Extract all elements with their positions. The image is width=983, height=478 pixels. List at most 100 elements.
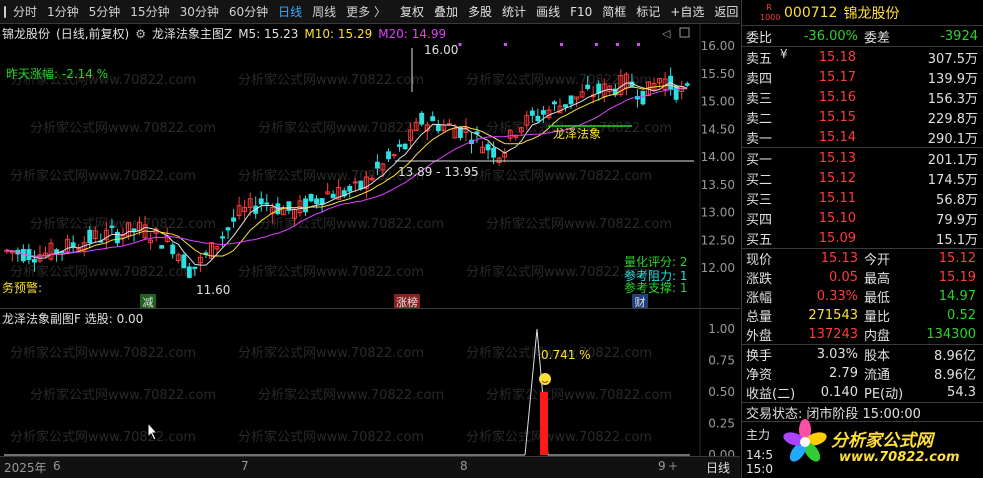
tab-weekly[interactable]: 周线 (307, 0, 341, 24)
bid-price: 15.12 (818, 170, 856, 186)
wealth-tag: 财 (635, 295, 646, 308)
ask-level[interactable]: 卖四 15.17 139.9万 (742, 67, 983, 87)
stat-row: 涨跌 0.05 最高 15.19 (742, 268, 983, 287)
axis-period[interactable]: 日线 (706, 459, 730, 476)
tab-5min[interactable]: 5分钟 (84, 0, 126, 24)
bid-level[interactable]: 买五 15.09 15.1万 (742, 228, 983, 248)
adjust-button[interactable]: 复权 (395, 0, 429, 24)
bid-volume: 174.5万 (927, 172, 978, 188)
main-kline-chart[interactable]: 分析家公式网www.70822.com 分析家公式网www.70822.com 分析… (0, 24, 740, 328)
ask-level[interactable]: 卖二 15.15 229.8万 (742, 107, 983, 127)
watermark-text: 分析家公式网www.70822.com (10, 264, 196, 280)
candle (242, 199, 248, 221)
share-value-2: 8.96亿 (934, 349, 976, 364)
main-force-label: 主力 (746, 428, 771, 442)
signal-dot (458, 43, 462, 46)
candle (535, 108, 541, 124)
stock-title: R 1000 000712 锦龙股份 (742, 0, 983, 26)
stat-label-2: 内盘 (864, 329, 891, 344)
price-stats: 现价 15.13 今开 15.12 涨跌 0.05 最高 15.19 涨幅 0.33% 最低 14.9… (742, 248, 983, 344)
candle (635, 89, 640, 108)
warning-label: 务预警: (2, 280, 42, 295)
stat-label-2: 今开 (864, 253, 891, 268)
candle (258, 191, 264, 212)
period-toolbar: 分时 1分钟 5分钟 15分钟 30分钟 60分钟 日线 周线 更多 〉 复权 … (0, 0, 740, 24)
candle (197, 253, 203, 273)
candle (159, 244, 165, 249)
candle (65, 234, 71, 255)
candle (70, 235, 76, 254)
candle (297, 194, 303, 217)
stat-value: 137243 (808, 327, 858, 342)
ask-label: 卖三 (746, 91, 773, 107)
diff-label: 委差 (864, 30, 891, 46)
watermark-text: 分析家公式网www.70822.com (238, 168, 424, 184)
tab-daily[interactable]: 日线 (273, 0, 307, 24)
stock-name: 锦龙股份 (843, 5, 900, 22)
settings-icon[interactable]: ⚙ (135, 27, 146, 41)
more-menu[interactable]: 更多 〉 (341, 0, 391, 24)
bid-label: 买三 (746, 192, 773, 208)
candle (9, 250, 15, 262)
ask-volume: 156.3万 (927, 91, 978, 107)
stat-value-2: 134300 (926, 327, 976, 342)
home-icon[interactable] (4, 5, 6, 18)
axis-month-7: 7 (241, 459, 249, 473)
candle (170, 242, 176, 259)
bid-level[interactable]: 买二 15.12 174.5万 (742, 168, 983, 188)
watermark-text: 分析家公式网www.70822.com (238, 264, 424, 280)
tab-30min[interactable]: 30分钟 (175, 0, 224, 24)
bid-book: 买一 15.13 201.1万 买二 15.12 174.5万 买三 15.11 56.8万 买四… (742, 147, 983, 248)
price-axis-label: 12.50 (701, 233, 735, 247)
tab-1min[interactable]: 1分钟 (42, 0, 84, 24)
bid-level[interactable]: 买四 15.10 79.9万 (742, 208, 983, 228)
candle (430, 111, 436, 122)
share-value: 0.140 (820, 385, 858, 400)
brand-url: www.70822.com (839, 450, 960, 465)
candle (684, 81, 690, 88)
stat-value: 0.33% (816, 289, 858, 304)
range-label: 13.89 - 13.95 (398, 165, 479, 179)
watermark-text: 分析家公式网www.70822.com (10, 429, 196, 445)
back-button[interactable]: 返回 (709, 0, 743, 24)
strategy-tag: 龙泽法象 (553, 127, 601, 141)
bid-label: 买四 (746, 212, 773, 228)
ask-price: 15.16 (818, 89, 856, 105)
bid-level[interactable]: 买三 15.11 56.8万 (742, 188, 983, 208)
sub-header[interactable]: 龙泽法象副图F 选股: 0.00 (2, 310, 143, 327)
ask-price: 15.17 (818, 69, 856, 85)
score-label: 量化评分: 2 (624, 255, 688, 269)
add-watchlist-button[interactable]: +自选 (665, 0, 709, 24)
ask-level[interactable]: 卖五 15.18 307.5万 (742, 47, 983, 67)
ask-label: 卖四 (746, 71, 773, 87)
date-axis: 2025年 6 7 8 9 + 日线 (0, 456, 740, 478)
draw-button[interactable]: 画线 (531, 0, 565, 24)
ask-level[interactable]: 卖三 15.16 156.3万 (742, 87, 983, 107)
simple-frame-button[interactable]: 简框 (597, 0, 631, 24)
bid-label: 买五 (746, 232, 773, 248)
ask-price: 15.14 (818, 129, 856, 145)
multi-stock-button[interactable]: 多股 (463, 0, 497, 24)
f10-button[interactable]: F10 (565, 0, 597, 24)
signal-dot (595, 43, 598, 46)
candle (419, 110, 425, 127)
sub-indicator-chart[interactable]: 分析家公式网www.70822.com 分析家公式网www.70822.com 分析… (0, 308, 740, 462)
candle (308, 193, 314, 203)
stats-button[interactable]: 统计 (497, 0, 531, 24)
watermark-text: 分析家公式网www.70822.com (10, 168, 196, 184)
axis-scroll-right-icon[interactable]: + (668, 459, 678, 473)
sub-canvas: 分析家公式网www.70822.com 分析家公式网www.70822.com 分析… (4, 309, 735, 462)
ask-level[interactable]: 卖一 15.14 290.1万 (742, 127, 983, 147)
overlay-button[interactable]: 叠加 (429, 0, 463, 24)
mark-button[interactable]: 标记 (631, 0, 665, 24)
stat-row: 涨幅 0.33% 最低 14.97 (742, 287, 983, 306)
header-m5: M5: 15.23 (238, 26, 299, 41)
tab-60min[interactable]: 60分钟 (224, 0, 273, 24)
header-indicator[interactable]: 龙泽法象主图Z (152, 25, 232, 42)
candle (236, 196, 242, 220)
ratio-label: 委比 (746, 30, 773, 46)
bid-level[interactable]: 买一 15.13 201.1万 (742, 148, 983, 168)
ask-price: 15.18 (818, 49, 856, 65)
tab-intraday[interactable]: 分时 (8, 0, 42, 24)
tab-15min[interactable]: 15分钟 (125, 0, 174, 24)
